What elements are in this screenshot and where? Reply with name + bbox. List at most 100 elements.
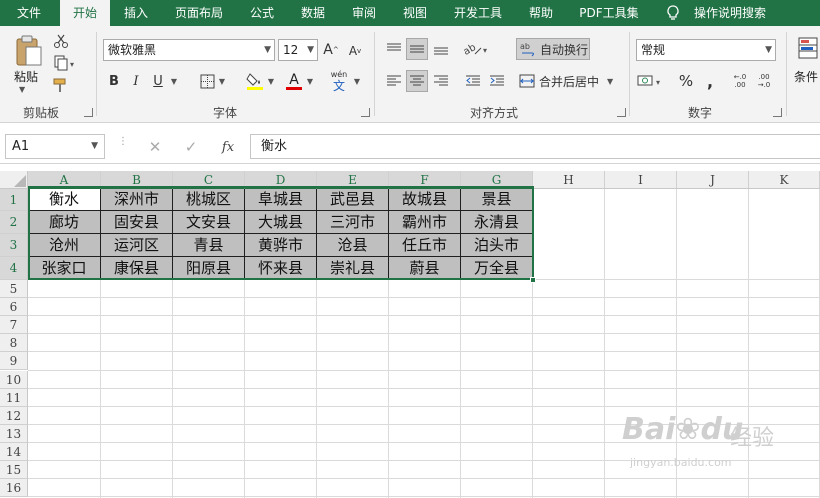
row-header-12[interactable]: 12 <box>0 406 28 425</box>
cell-c1[interactable]: 桃城区 <box>173 189 245 211</box>
cell-g3[interactable]: 泊头市 <box>461 234 533 257</box>
align-left-icon[interactable] <box>383 70 405 92</box>
fill-handle[interactable] <box>530 277 536 283</box>
row-header-3[interactable]: 3 <box>0 234 28 257</box>
cell-d2[interactable]: 大城县 <box>245 211 317 234</box>
increase-decimal-button[interactable]: ←.0 .00 <box>730 70 750 92</box>
decrease-indent-icon[interactable] <box>462 70 484 92</box>
tab-developer[interactable]: 开发工具 <box>446 0 510 26</box>
align-right-icon[interactable] <box>430 70 452 92</box>
cell-b1[interactable]: 深州市 <box>101 189 173 211</box>
percent-style-button[interactable]: % <box>676 70 696 92</box>
align-bottom-icon[interactable] <box>430 38 452 60</box>
column-header-h[interactable]: H <box>533 171 605 189</box>
font-color-dropdown-arrow[interactable]: ▼ <box>305 75 315 87</box>
cell-f1[interactable]: 故城县 <box>389 189 461 211</box>
cell-d4[interactable]: 怀来县 <box>245 257 317 280</box>
row-header-13[interactable]: 13 <box>0 424 28 443</box>
align-center-icon[interactable] <box>406 70 428 92</box>
row-header-6[interactable]: 6 <box>0 298 28 317</box>
cell-d1[interactable]: 阜城县 <box>245 189 317 211</box>
paste-icon[interactable] <box>10 34 46 68</box>
column-header-i[interactable]: I <box>605 171 677 189</box>
comma-style-button[interactable]: , <box>700 70 720 92</box>
decrease-decimal-button[interactable]: .00 →.0 <box>754 70 774 92</box>
tell-me-search[interactable]: 操作说明搜索 <box>688 0 772 26</box>
row-header-11[interactable]: 11 <box>0 388 28 407</box>
accounting-format-icon[interactable]: ▾ <box>636 70 666 92</box>
tab-page-layout[interactable]: 页面布局 <box>166 0 232 26</box>
cell-c2[interactable]: 文安县 <box>173 211 245 234</box>
cell-c4[interactable]: 阳原县 <box>173 257 245 280</box>
select-all-corner[interactable] <box>0 171 28 189</box>
formula-bar-grip[interactable]: ⋮ <box>118 137 128 147</box>
row-header-5[interactable]: 5 <box>0 280 28 299</box>
cell-b4[interactable]: 康保县 <box>101 257 173 280</box>
column-header-k[interactable]: K <box>749 171 820 189</box>
tab-insert[interactable]: 插入 <box>115 0 157 26</box>
font-size-combo[interactable]: 12 ▼ <box>278 39 318 61</box>
phonetic-guide-button[interactable]: wén 文 <box>328 68 350 94</box>
row-header-8[interactable]: 8 <box>0 334 28 353</box>
format-painter-icon[interactable] <box>52 76 70 94</box>
font-color-button[interactable]: A <box>285 70 303 92</box>
borders-dropdown-arrow[interactable]: ▼ <box>217 75 227 87</box>
row-header-14[interactable]: 14 <box>0 442 28 461</box>
formula-input[interactable]: 衡水 <box>250 134 820 159</box>
wrap-text-button[interactable]: ab 自动换行 <box>516 38 590 60</box>
conditional-formatting-label[interactable]: 条件 <box>794 68 818 85</box>
cell-e2[interactable]: 三河市 <box>317 211 389 234</box>
merge-center-button[interactable]: 合并后居中 ▼ <box>516 70 620 92</box>
column-header-j[interactable]: J <box>677 171 749 189</box>
row-header-10[interactable]: 10 <box>0 370 28 389</box>
tab-view[interactable]: 视图 <box>395 0 435 26</box>
font-dialog-launcher[interactable] <box>361 108 370 117</box>
column-header-e[interactable]: E <box>317 171 389 189</box>
tab-home[interactable]: 开始 <box>60 0 110 26</box>
conditional-formatting-icon[interactable] <box>796 34 820 62</box>
cell-d3[interactable]: 黄骅市 <box>245 234 317 257</box>
increase-indent-icon[interactable] <box>486 70 508 92</box>
underline-dropdown-arrow[interactable]: ▼ <box>169 75 179 87</box>
orientation-icon[interactable]: ab ▾ <box>462 38 492 60</box>
row-header-9[interactable]: 9 <box>0 352 28 371</box>
phonetic-dropdown-arrow[interactable]: ▼ <box>352 75 362 87</box>
column-header-c[interactable]: C <box>173 171 245 189</box>
tab-file[interactable]: 文件 <box>6 0 52 26</box>
column-header-g[interactable]: G <box>461 171 533 189</box>
borders-icon[interactable] <box>198 72 216 90</box>
align-top-icon[interactable] <box>383 38 405 60</box>
cell-e4[interactable]: 崇礼县 <box>317 257 389 280</box>
cell-f2[interactable]: 霸州市 <box>389 211 461 234</box>
column-header-b[interactable]: B <box>101 171 173 189</box>
paste-label[interactable]: 粘贴 <box>14 68 38 85</box>
cell-b2[interactable]: 固安县 <box>101 211 173 234</box>
cell-e3[interactable]: 沧县 <box>317 234 389 257</box>
clipboard-dialog-launcher[interactable] <box>84 108 93 117</box>
cell-f4[interactable]: 蔚县 <box>389 257 461 280</box>
enter-icon[interactable]: ✓ <box>182 137 200 157</box>
insert-function-button[interactable]: fx <box>218 137 238 157</box>
alignment-dialog-launcher[interactable] <box>617 108 626 117</box>
lightbulb-icon[interactable] <box>664 0 682 26</box>
decrease-font-size-button[interactable]: Av <box>346 41 364 61</box>
increase-font-size-button[interactable]: A ^ <box>322 39 340 61</box>
row-header-4[interactable]: 4 <box>0 257 28 280</box>
cell-g2[interactable]: 永清县 <box>461 211 533 234</box>
cut-icon[interactable] <box>52 32 70 50</box>
copy-icon[interactable]: ▾ <box>52 54 78 72</box>
column-header-f[interactable]: F <box>389 171 461 189</box>
underline-button[interactable]: U <box>150 71 166 91</box>
cancel-icon[interactable]: ✕ <box>146 137 164 157</box>
cell-f3[interactable]: 任丘市 <box>389 234 461 257</box>
fill-color-icon[interactable] <box>245 70 265 92</box>
row-header-16[interactable]: 16 <box>0 479 28 498</box>
cell-c3[interactable]: 青县 <box>173 234 245 257</box>
tab-data[interactable]: 数据 <box>293 0 333 26</box>
cell-a4[interactable]: 张家口 <box>28 257 101 280</box>
bold-button[interactable]: B <box>106 71 122 91</box>
column-header-d[interactable]: D <box>245 171 317 189</box>
tab-help[interactable]: 帮助 <box>520 0 562 26</box>
tab-formulas[interactable]: 公式 <box>242 0 282 26</box>
number-dialog-launcher[interactable] <box>773 108 782 117</box>
